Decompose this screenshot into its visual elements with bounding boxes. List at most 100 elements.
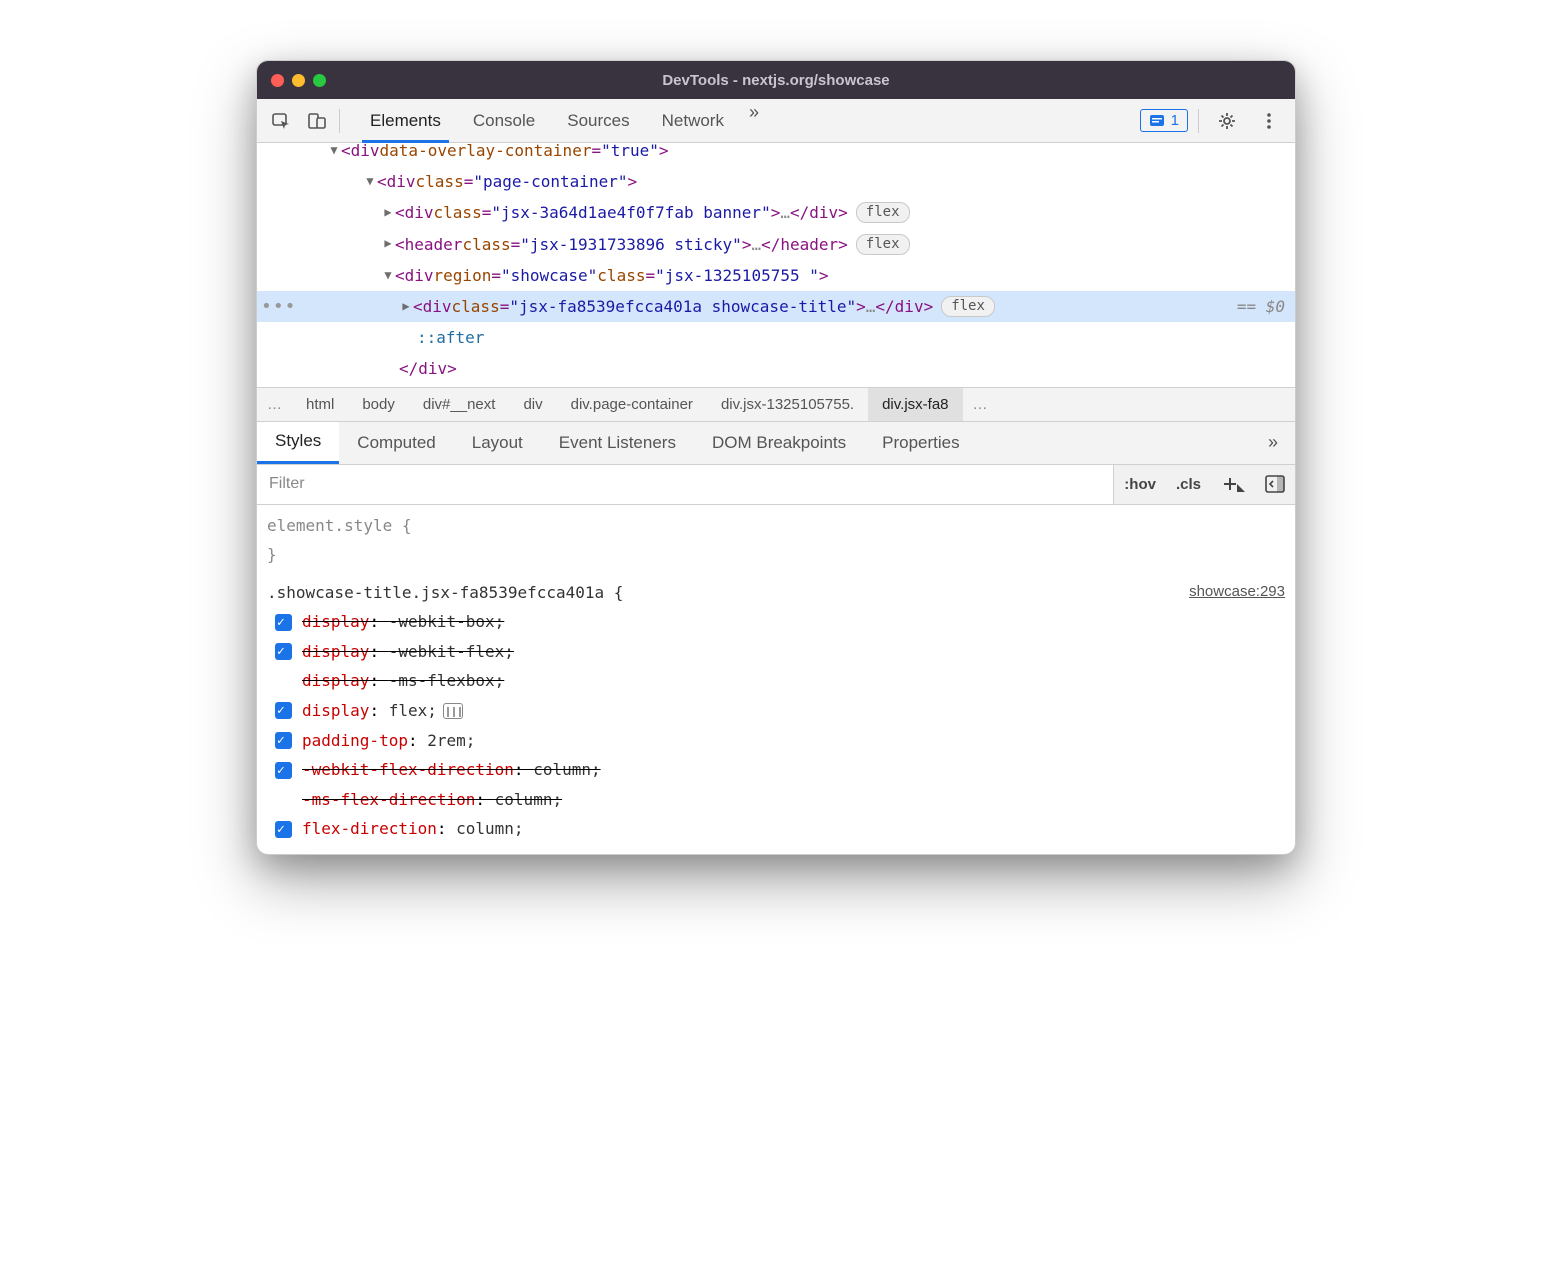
main-toolbar: Elements Console Sources Network » 1 bbox=[257, 99, 1295, 143]
stab-properties[interactable]: Properties bbox=[864, 422, 977, 464]
css-property-row[interactable]: display: -webkit-flex; bbox=[267, 637, 1285, 667]
issues-badge[interactable]: 1 bbox=[1140, 109, 1188, 132]
element-style-close: } bbox=[267, 540, 1285, 570]
new-rule-icon[interactable] bbox=[1211, 465, 1255, 504]
property-name[interactable]: display bbox=[302, 642, 369, 661]
tab-sources[interactable]: Sources bbox=[551, 99, 645, 143]
crumb-overflow-left[interactable]: … bbox=[257, 396, 292, 413]
css-property-row[interactable]: flex-direction: column; bbox=[267, 814, 1285, 844]
crumb-item[interactable]: body bbox=[348, 388, 409, 421]
tab-network[interactable]: Network bbox=[646, 99, 740, 143]
property-value[interactable]: -webkit-flex; bbox=[389, 642, 514, 661]
property-enable-checkbox[interactable] bbox=[275, 702, 292, 719]
dom-node[interactable]: ▶ <header class="jsx-1931733896 sticky">… bbox=[257, 229, 1295, 260]
row-actions-icon[interactable]: ••• bbox=[261, 289, 297, 324]
crumb-item[interactable]: div.jsx-1325105755. bbox=[707, 388, 868, 421]
stab-event-listeners[interactable]: Event Listeners bbox=[541, 422, 694, 464]
crumb-item[interactable]: html bbox=[292, 388, 348, 421]
property-name[interactable]: -webkit-flex-direction bbox=[302, 760, 514, 779]
devtools-window: DevTools - nextjs.org/showcase Elements … bbox=[256, 60, 1296, 855]
toolbar-left bbox=[257, 103, 350, 139]
css-property-row[interactable]: -webkit-flex-direction: column; bbox=[267, 755, 1285, 785]
hov-toggle[interactable]: :hov bbox=[1114, 465, 1166, 504]
inspect-icon[interactable] bbox=[263, 103, 299, 139]
css-property-row[interactable]: display: -ms-flexbox; bbox=[267, 666, 1285, 696]
main-tabs: Elements Console Sources Network » bbox=[354, 99, 768, 143]
crumb-item[interactable]: div bbox=[509, 388, 556, 421]
rule-header: .showcase-title.jsx-fa8539efcca401a { sh… bbox=[267, 578, 1285, 608]
property-name[interactable]: -ms-flex-direction bbox=[302, 790, 475, 809]
crumb-overflow-right[interactable]: … bbox=[963, 396, 998, 413]
crumb-item[interactable]: div.page-container bbox=[557, 388, 707, 421]
crumb-item-selected[interactable]: div.jsx-fa8 bbox=[868, 388, 962, 421]
flex-badge[interactable]: flex bbox=[856, 202, 910, 223]
filter-buttons: :hov .cls bbox=[1113, 465, 1295, 504]
dom-node[interactable]: ▼ <div data-overlay-container="true"> bbox=[257, 143, 1295, 166]
property-name[interactable]: display bbox=[302, 701, 369, 720]
flexbox-editor-icon[interactable] bbox=[443, 703, 463, 719]
toolbar-separator bbox=[339, 109, 340, 133]
styles-tabs: Styles Computed Layout Event Listeners D… bbox=[257, 421, 1295, 465]
property-value[interactable]: column; bbox=[456, 819, 523, 838]
property-enable-checkbox[interactable] bbox=[275, 614, 292, 631]
stab-computed[interactable]: Computed bbox=[339, 422, 453, 464]
css-property-row[interactable]: display: -webkit-box; bbox=[267, 607, 1285, 637]
rule-source-link[interactable]: showcase:293 bbox=[1189, 578, 1285, 608]
dom-tree[interactable]: ▼ <div data-overlay-container="true"> ▼ … bbox=[257, 143, 1295, 387]
selected-node-reference: == $0 bbox=[1237, 291, 1285, 322]
issues-icon bbox=[1149, 113, 1165, 129]
styles-filter-row: :hov .cls bbox=[257, 465, 1295, 505]
tab-elements[interactable]: Elements bbox=[354, 99, 457, 143]
settings-icon[interactable] bbox=[1209, 103, 1245, 139]
rule-selector[interactable]: .showcase-title.jsx-fa8539efcca401a { bbox=[267, 578, 623, 608]
titlebar: DevTools - nextjs.org/showcase bbox=[257, 61, 1295, 99]
property-name[interactable]: padding-top bbox=[302, 731, 408, 750]
property-enable-checkbox[interactable] bbox=[275, 821, 292, 838]
property-value[interactable]: 2rem; bbox=[427, 731, 475, 750]
styles-filter-input[interactable] bbox=[257, 465, 1113, 504]
stab-layout[interactable]: Layout bbox=[454, 422, 541, 464]
styles-body: element.style { } .showcase-title.jsx-fa… bbox=[257, 505, 1295, 855]
tab-console[interactable]: Console bbox=[457, 99, 551, 143]
toolbar-separator bbox=[1198, 109, 1199, 133]
more-stabs-icon[interactable]: » bbox=[1259, 429, 1287, 457]
property-value[interactable]: -webkit-box; bbox=[389, 612, 505, 631]
property-name[interactable]: display bbox=[302, 612, 369, 631]
close-window-button[interactable] bbox=[271, 74, 284, 87]
property-enable-checkbox[interactable] bbox=[275, 643, 292, 660]
property-value[interactable]: flex; bbox=[389, 701, 437, 720]
property-name[interactable]: flex-direction bbox=[302, 819, 437, 838]
toolbar-right: 1 bbox=[1140, 103, 1295, 139]
property-enable-checkbox[interactable] bbox=[275, 762, 292, 779]
flex-badge[interactable]: flex bbox=[941, 296, 995, 317]
breadcrumb: … html body div#__next div div.page-cont… bbox=[257, 387, 1295, 421]
dom-pseudo[interactable]: ::after bbox=[257, 322, 1295, 353]
property-value[interactable]: column; bbox=[533, 760, 600, 779]
crumb-item[interactable]: div#__next bbox=[409, 388, 510, 421]
dom-node-selected[interactable]: ••• ▶ <div class="jsx-fa8539efcca401a sh… bbox=[257, 291, 1295, 322]
maximize-window-button[interactable] bbox=[313, 74, 326, 87]
window-title: DevTools - nextjs.org/showcase bbox=[257, 72, 1295, 89]
flex-badge[interactable]: flex bbox=[856, 234, 910, 255]
property-value[interactable]: column; bbox=[495, 790, 562, 809]
css-property-row[interactable]: -ms-flex-direction: column; bbox=[267, 785, 1285, 815]
dom-node[interactable]: ▼ <div region="showcase" class="jsx-1325… bbox=[257, 260, 1295, 291]
stab-dom-breakpoints[interactable]: DOM Breakpoints bbox=[694, 422, 864, 464]
css-property-row[interactable]: display: flex; bbox=[267, 696, 1285, 726]
minimize-window-button[interactable] bbox=[292, 74, 305, 87]
css-property-row[interactable]: padding-top: 2rem; bbox=[267, 726, 1285, 756]
property-name[interactable]: display bbox=[302, 671, 369, 690]
property-enable-checkbox[interactable] bbox=[275, 732, 292, 749]
property-value[interactable]: -ms-flexbox; bbox=[389, 671, 505, 690]
dom-node[interactable]: ▼ <div class="page-container"> bbox=[257, 166, 1295, 197]
device-toggle-icon[interactable] bbox=[299, 103, 335, 139]
kebab-menu-icon[interactable] bbox=[1251, 103, 1287, 139]
dom-node-close[interactable]: </div> bbox=[257, 353, 1295, 384]
window-controls bbox=[271, 74, 326, 87]
element-style-selector[interactable]: element.style { bbox=[267, 511, 1285, 541]
cls-toggle[interactable]: .cls bbox=[1166, 465, 1211, 504]
stab-styles[interactable]: Styles bbox=[257, 422, 339, 464]
more-tabs-icon[interactable]: » bbox=[740, 99, 768, 127]
dom-node[interactable]: ▶ <div class="jsx-3a64d1ae4f0f7fab banne… bbox=[257, 197, 1295, 228]
computed-sidebar-toggle-icon[interactable] bbox=[1255, 465, 1295, 504]
